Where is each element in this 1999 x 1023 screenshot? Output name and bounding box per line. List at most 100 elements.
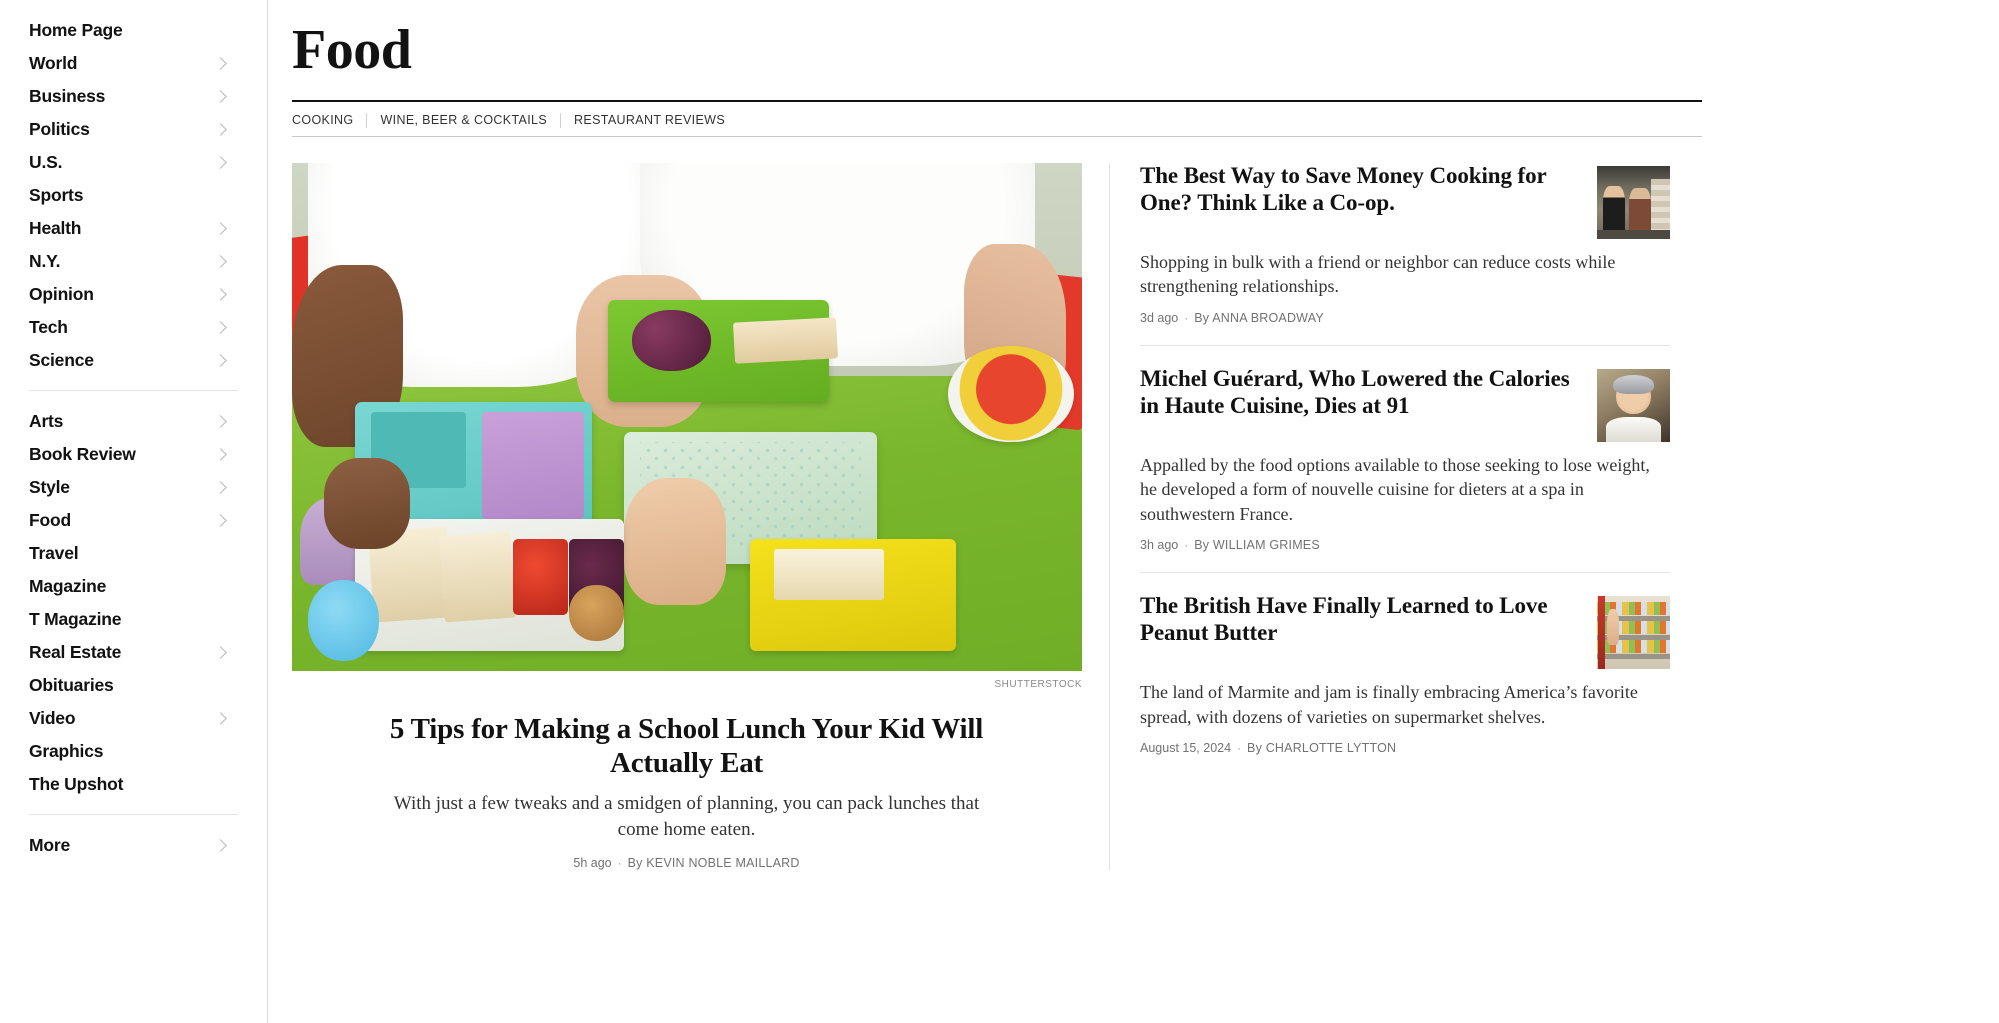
- sidebar-group-more: More: [0, 829, 267, 862]
- sidebar-item-label: The Upshot: [29, 773, 124, 794]
- chevron-right-icon[interactable]: [214, 481, 227, 494]
- chevron-right-icon[interactable]: [214, 646, 227, 659]
- story-headline[interactable]: The British Have Finally Learned to Love…: [1140, 593, 1583, 647]
- lead-story-figure: SHUTTERSTOCK: [292, 163, 1082, 690]
- sidebar-item-arts[interactable]: Arts: [0, 405, 267, 438]
- tab-cooking[interactable]: COOKING: [292, 113, 353, 127]
- sidebar-item-label: Tech: [29, 316, 68, 337]
- chevron-right-icon[interactable]: [214, 839, 227, 852]
- sidebar-item-label: Health: [29, 217, 82, 238]
- sidebar-item-label: Obituaries: [29, 674, 114, 695]
- story-headline[interactable]: The Best Way to Save Money Cooking for O…: [1140, 163, 1583, 217]
- sidebar-group-features: Arts Book Review Style Food Travel Magaz…: [0, 405, 267, 801]
- tab-wine-beer-cocktails[interactable]: WINE, BEER & COCKTAILS: [380, 113, 547, 127]
- sidebar-item-real-estate[interactable]: Real Estate: [0, 636, 267, 669]
- sidebar-item-graphics[interactable]: Graphics: [0, 735, 267, 768]
- lead-story-headline[interactable]: 5 Tips for Making a School Lunch Your Ki…: [337, 712, 1037, 780]
- story-byline: August 15, 2024 · By CHARLOTTE LYTTON: [1140, 741, 1670, 755]
- story-byline: 3h ago · By WILLIAM GRIMES: [1140, 538, 1670, 552]
- byline-separator: ·: [1184, 538, 1189, 553]
- section-page: Home Page World Business Politics U.S. S…: [0, 0, 1999, 1023]
- story-thumbnail[interactable]: [1597, 166, 1670, 239]
- sidebar-item-tech[interactable]: Tech: [0, 311, 267, 344]
- sidebar-item-us[interactable]: U.S.: [0, 146, 267, 179]
- sidebar-item-label: Politics: [29, 118, 90, 139]
- sidebar-item-sports[interactable]: Sports: [0, 179, 267, 212]
- sidebar-item-the-upshot[interactable]: The Upshot: [0, 768, 267, 801]
- timestamp: 3d ago: [1140, 310, 1179, 325]
- chevron-right-icon[interactable]: [214, 123, 227, 136]
- sidebar-item-magazine[interactable]: Magazine: [0, 570, 267, 603]
- sidebar-item-opinion[interactable]: Opinion: [0, 278, 267, 311]
- chevron-right-icon[interactable]: [214, 321, 227, 334]
- sidebar-item-label: Style: [29, 476, 70, 497]
- story-headline[interactable]: Michel Guérard, Who Lowered the Calories…: [1140, 366, 1583, 420]
- author-name: By KEVIN NOBLE MAILLARD: [627, 856, 800, 871]
- subnav-separator: [366, 112, 368, 128]
- story-thumbnail[interactable]: [1597, 368, 1670, 442]
- sidebar-item-label: More: [29, 834, 71, 855]
- sidebar-navigation: Home Page World Business Politics U.S. S…: [0, 0, 268, 1023]
- sidebar-item-style[interactable]: Style: [0, 471, 267, 504]
- sidebar-item-travel[interactable]: Travel: [0, 537, 267, 570]
- sidebar-item-label: Book Review: [29, 443, 136, 464]
- chevron-right-icon[interactable]: [214, 90, 227, 103]
- sidebar-item-health[interactable]: Health: [0, 212, 267, 245]
- image-credit: SHUTTERSTOCK: [994, 679, 1082, 690]
- story-item: The Best Way to Save Money Cooking for O…: [1140, 163, 1670, 346]
- timestamp: 5h ago: [573, 856, 612, 871]
- sidebar-item-label: Science: [29, 349, 94, 370]
- sidebar-item-label: N.Y.: [29, 250, 61, 271]
- author-name: By ANNA BROADWAY: [1194, 310, 1324, 325]
- byline-separator: ·: [1184, 310, 1189, 325]
- sidebar-item-ny[interactable]: N.Y.: [0, 245, 267, 278]
- sidebar-item-world[interactable]: World: [0, 47, 267, 80]
- subnav-separator: [560, 112, 562, 128]
- sidebar-item-obituaries[interactable]: Obituaries: [0, 669, 267, 702]
- side-stories-column: The Best Way to Save Money Cooking for O…: [1110, 163, 1670, 870]
- story-summary: Shopping in bulk with a friend or neighb…: [1140, 252, 1616, 297]
- byline-separator: ·: [617, 856, 622, 871]
- sidebar-item-politics[interactable]: Politics: [0, 113, 267, 146]
- sidebar-item-book-review[interactable]: Book Review: [0, 438, 267, 471]
- sidebar-item-label: Business: [29, 85, 106, 106]
- lead-story-image[interactable]: [292, 163, 1082, 671]
- sidebar-item-label: Graphics: [29, 740, 104, 761]
- sidebar-item-business[interactable]: Business: [0, 80, 267, 113]
- chevron-right-icon[interactable]: [214, 288, 227, 301]
- sidebar-item-label: U.S.: [29, 151, 63, 172]
- sidebar-item-label: Travel: [29, 542, 79, 563]
- chevron-right-icon[interactable]: [214, 222, 227, 235]
- section-masthead: Food COOKING WINE, BEER & COCKTAILS REST…: [286, 14, 1729, 137]
- timestamp: August 15, 2024: [1140, 741, 1232, 756]
- main-content: Food COOKING WINE, BEER & COCKTAILS REST…: [268, 0, 1999, 1023]
- sidebar-item-more[interactable]: More: [0, 829, 267, 862]
- sidebar-item-food[interactable]: Food: [0, 504, 267, 537]
- sidebar-item-science[interactable]: Science: [0, 344, 267, 377]
- chevron-right-icon[interactable]: [214, 156, 227, 169]
- sidebar-group-news: Home Page World Business Politics U.S. S…: [0, 14, 267, 377]
- sidebar-item-video[interactable]: Video: [0, 702, 267, 735]
- chevron-right-icon[interactable]: [214, 255, 227, 268]
- story-item: Michel Guérard, Who Lowered the Calories…: [1140, 366, 1670, 574]
- tab-restaurant-reviews[interactable]: RESTAURANT REVIEWS: [574, 113, 725, 127]
- sidebar-item-label: Video: [29, 707, 76, 728]
- content-columns: SHUTTERSTOCK 5 Tips for Making a School …: [286, 137, 1729, 871]
- sidebar-item-label: Magazine: [29, 575, 107, 596]
- chevron-right-icon[interactable]: [214, 415, 227, 428]
- sidebar-item-t-magazine[interactable]: T Magazine: [0, 603, 267, 636]
- chevron-right-icon[interactable]: [214, 448, 227, 461]
- sidebar-item-label: Home Page: [29, 19, 123, 40]
- sidebar-item-home-page[interactable]: Home Page: [0, 14, 267, 47]
- chevron-right-icon[interactable]: [214, 354, 227, 367]
- author-name: By CHARLOTTE LYTTON: [1247, 741, 1397, 756]
- sidebar-item-label: Sports: [29, 184, 84, 205]
- lead-story-summary: With just a few tweaks and a smidgen of …: [393, 793, 980, 840]
- chevron-right-icon[interactable]: [214, 514, 227, 527]
- sidebar-item-label: Opinion: [29, 283, 94, 304]
- story-thumbnail[interactable]: [1597, 596, 1670, 670]
- page-title: Food: [292, 19, 412, 81]
- chevron-right-icon[interactable]: [214, 712, 227, 725]
- chevron-right-icon[interactable]: [214, 57, 227, 70]
- story-item: The British Have Finally Learned to Love…: [1140, 593, 1670, 775]
